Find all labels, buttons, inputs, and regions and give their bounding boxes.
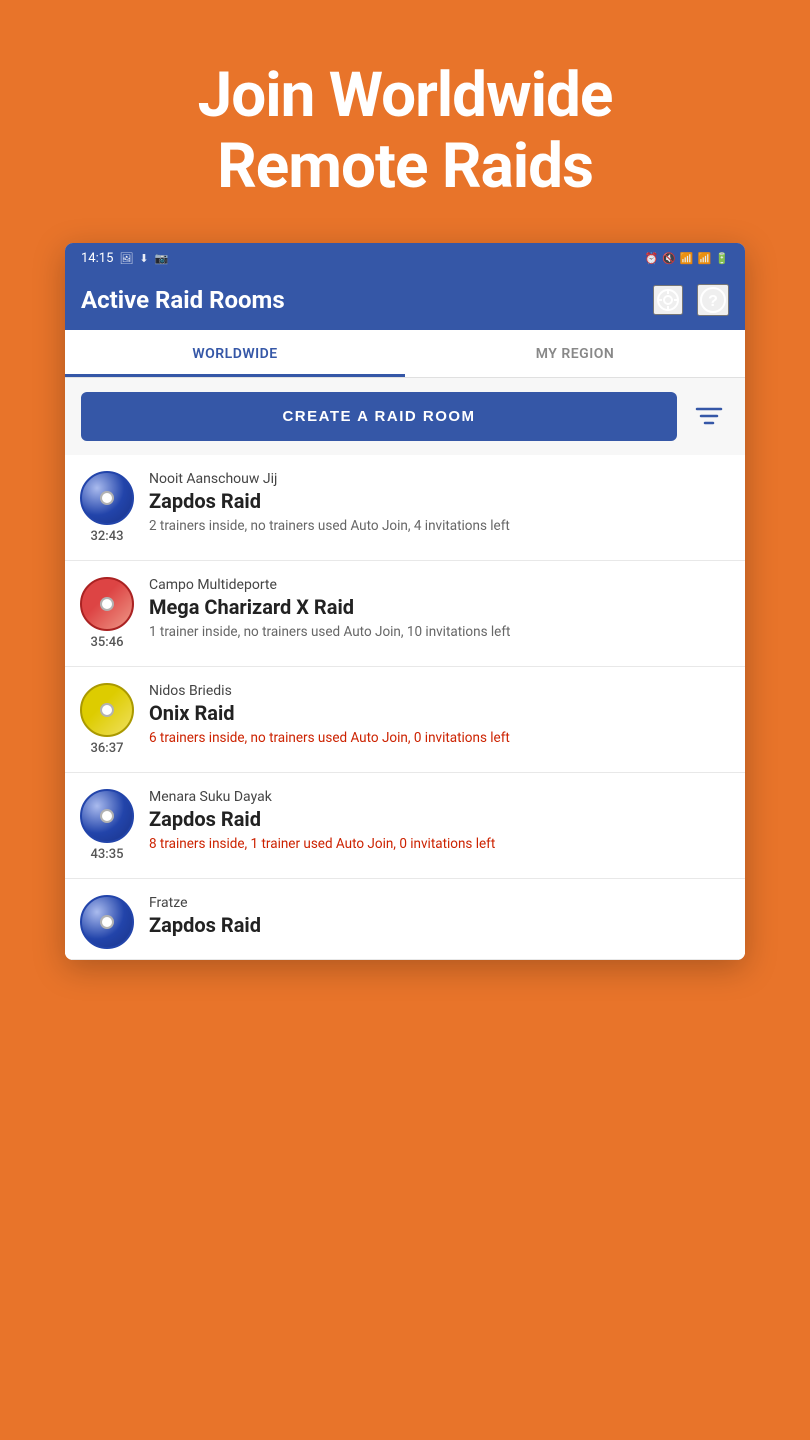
tab-bar: WORLDWIDE MY REGION	[65, 330, 745, 378]
settings-button[interactable]	[653, 285, 683, 315]
status-right: ⏰ 🔇 📶 📶 🔋	[644, 252, 729, 265]
hero-section: Join WorldwideRemote Raids	[0, 0, 810, 243]
table-row[interactable]: Fratze Zapdos Raid	[65, 879, 745, 960]
content-area: CREATE A RAID ROOM 32:43	[65, 378, 745, 960]
avatar	[80, 895, 134, 949]
tab-my-region[interactable]: MY REGION	[405, 330, 745, 377]
raid-name-2: Mega Charizard X Raid	[149, 595, 729, 619]
create-row: CREATE A RAID ROOM	[65, 378, 745, 455]
raid-timer-4: 43:35	[91, 847, 124, 862]
raid-item-left-1: 32:43	[77, 471, 137, 544]
avatar	[80, 471, 134, 525]
hero-title: Join WorldwideRemote Raids	[30, 60, 780, 203]
header-icons: ?	[653, 284, 729, 316]
raid-item-info-3: Nidos Briedis Onix Raid 6 trainers insid…	[149, 683, 729, 748]
raid-item-info-4: Menara Suku Dayak Zapdos Raid 8 trainers…	[149, 789, 729, 854]
avatar	[80, 789, 134, 843]
raid-item-left-5	[77, 895, 137, 949]
table-row[interactable]: 36:37 Nidos Briedis Onix Raid 6 trainers…	[65, 667, 745, 773]
raid-item-left-2: 35:46	[77, 577, 137, 650]
raid-timer-1: 32:43	[91, 529, 124, 544]
raid-item-info-5: Fratze Zapdos Raid	[149, 895, 729, 941]
status-time: 14:15	[81, 251, 113, 266]
tab-worldwide[interactable]: WORLDWIDE	[65, 330, 405, 377]
status-icon-mute: 🔇	[662, 252, 676, 265]
raid-name-5: Zapdos Raid	[149, 913, 729, 937]
help-icon: ?	[699, 286, 727, 314]
raid-item-info-2: Campo Multideporte Mega Charizard X Raid…	[149, 577, 729, 642]
status-icon-signal: 📶	[698, 252, 712, 265]
raid-name-1: Zapdos Raid	[149, 489, 729, 513]
app-header: Active Raid Rooms ?	[65, 274, 745, 330]
raid-timer-3: 36:37	[91, 741, 124, 756]
gym-name-5: Fratze	[149, 895, 729, 911]
avatar	[80, 577, 134, 631]
raid-details-3: 6 trainers inside, no trainers used Auto…	[149, 729, 729, 748]
gym-name-2: Campo Multideporte	[149, 577, 729, 593]
raid-details-4: 8 trainers inside, 1 trainer used Auto J…	[149, 835, 729, 854]
create-raid-button[interactable]: CREATE A RAID ROOM	[81, 392, 677, 441]
raid-timer-2: 35:46	[91, 635, 124, 650]
raid-name-4: Zapdos Raid	[149, 807, 729, 831]
status-icon-wifi: 📶	[680, 252, 694, 265]
status-icon-alarm: ⏰	[644, 252, 658, 265]
status-icon-download: ⬇	[139, 252, 148, 265]
status-left: 14:15 🖼 ⬇ 📷	[81, 251, 168, 266]
status-icon-battery: 🔋	[715, 252, 729, 265]
gym-name-1: Nooit Aanschouw Jij	[149, 471, 729, 487]
svg-text:?: ?	[708, 293, 718, 310]
filter-button[interactable]	[689, 399, 729, 433]
phone-frame: 14:15 🖼 ⬇ 📷 ⏰ 🔇 📶 📶 🔋 Active Raid Rooms	[65, 243, 745, 960]
status-icon-photo: 🖼	[119, 252, 133, 265]
app-header-title: Active Raid Rooms	[81, 286, 285, 314]
table-row[interactable]: 35:46 Campo Multideporte Mega Charizard …	[65, 561, 745, 667]
raid-name-3: Onix Raid	[149, 701, 729, 725]
status-bar: 14:15 🖼 ⬇ 📷 ⏰ 🔇 📶 📶 🔋	[65, 243, 745, 274]
raid-item-left-4: 43:35	[77, 789, 137, 862]
raid-list: 32:43 Nooit Aanschouw Jij Zapdos Raid 2 …	[65, 455, 745, 960]
raid-details-2: 1 trainer inside, no trainers used Auto …	[149, 623, 729, 642]
table-row[interactable]: 32:43 Nooit Aanschouw Jij Zapdos Raid 2 …	[65, 455, 745, 561]
status-icon-camera: 📷	[155, 252, 169, 265]
filter-icon	[695, 405, 723, 427]
table-row[interactable]: 43:35 Menara Suku Dayak Zapdos Raid 8 tr…	[65, 773, 745, 879]
help-button[interactable]: ?	[697, 284, 729, 316]
gym-name-3: Nidos Briedis	[149, 683, 729, 699]
gym-name-4: Menara Suku Dayak	[149, 789, 729, 805]
avatar	[80, 683, 134, 737]
raid-details-1: 2 trainers inside, no trainers used Auto…	[149, 517, 729, 536]
settings-icon	[655, 287, 681, 313]
raid-item-info-1: Nooit Aanschouw Jij Zapdos Raid 2 traine…	[149, 471, 729, 536]
raid-item-left-3: 36:37	[77, 683, 137, 756]
